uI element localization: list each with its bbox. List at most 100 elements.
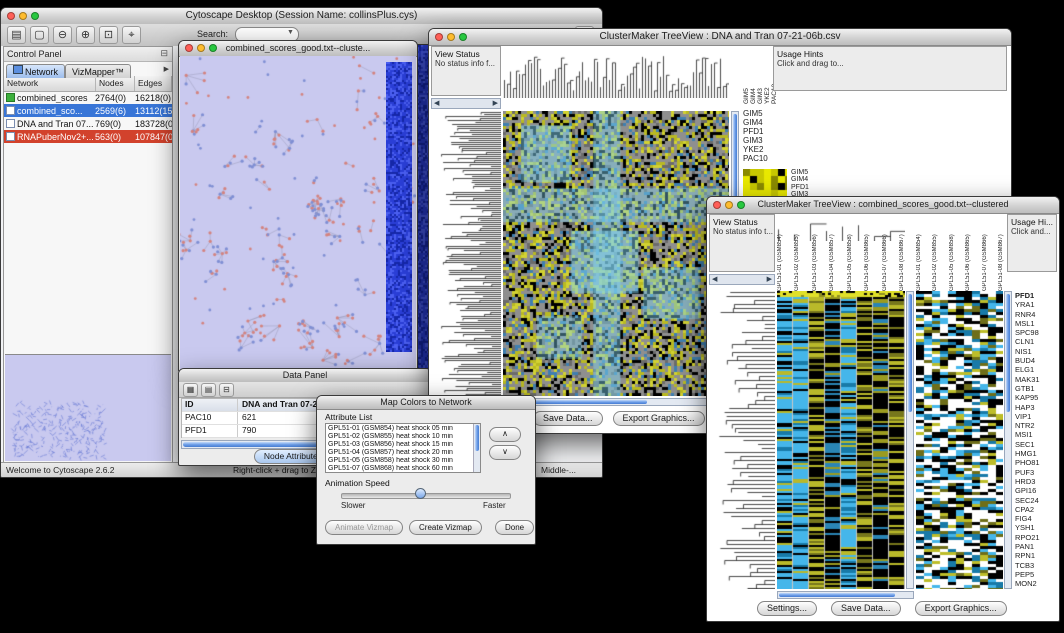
gene-label[interactable]: PAC10 — [743, 154, 787, 163]
treeview-button[interactable]: Save Data... — [831, 601, 901, 616]
gene-row-label[interactable]: PEP5 — [1015, 570, 1057, 579]
column-label[interactable]: GPL51-05 (GSM858) — [949, 221, 955, 291]
matrix-gene-label[interactable]: PFD1 — [791, 184, 831, 191]
create-attribute-icon[interactable]: ▤ — [201, 383, 216, 397]
gene-row-label[interactable]: CPA2 — [1015, 505, 1057, 514]
column-label[interactable]: GPL51-08 (GSM867) — [998, 221, 1004, 291]
column-label[interactable]: GPL51-02 (GSM855) — [932, 221, 938, 291]
zoom-selected-icon[interactable]: ⌖ — [122, 26, 141, 44]
gene-label[interactable]: GIM4 — [743, 118, 787, 127]
zoom-out-icon[interactable]: ⊖ — [53, 26, 72, 44]
gene-row-label[interactable]: TCB3 — [1015, 561, 1057, 570]
gene-row-label[interactable]: MON2 — [1015, 579, 1057, 588]
scroll-right-icon[interactable]: ▶ — [765, 275, 774, 284]
attribute-item[interactable]: GPL51-01 (GSM854) heat shock 05 min — [328, 425, 478, 433]
gene-row-label[interactable]: MSL1 — [1015, 319, 1057, 328]
treeview-button[interactable]: Settings... — [757, 601, 817, 616]
secondary-heatmap-canvas[interactable] — [916, 291, 1003, 589]
array-label[interactable]: YKE2 — [764, 46, 771, 104]
array-label[interactable]: GIM4 — [750, 46, 757, 104]
network-graph-canvas[interactable] — [180, 56, 416, 370]
column-label[interactable]: GPL51-06 (GSM865) — [864, 241, 870, 291]
column-label[interactable]: GPL51-08 (GSM867) — [899, 241, 905, 291]
scroll-left-icon[interactable]: ◀ — [432, 99, 441, 108]
heatmap-vscrollbar[interactable] — [906, 291, 914, 589]
tab-network[interactable]: Network — [6, 64, 65, 78]
dense-cluster-canvas[interactable] — [386, 62, 412, 352]
network-row[interactable]: DNA and Tran 07... 769(0) 183728(0) — [4, 117, 172, 130]
column-label[interactable]: GPL51-06 (GSM865) — [965, 221, 971, 291]
search-dropdown-arrow-icon[interactable]: ▼ — [287, 29, 294, 36]
column-label[interactable]: GPL51-07 (GSM866) — [982, 221, 988, 291]
collapse-panel-icon[interactable]: ⊟ — [160, 48, 168, 59]
column-header[interactable]: Edges — [135, 76, 172, 91]
array-label[interactable]: GIM5 — [743, 46, 750, 104]
move-up-button[interactable]: ∧ — [489, 427, 521, 442]
gene-row-label[interactable]: NTR2 — [1015, 421, 1057, 430]
network-view-titlebar[interactable]: combined_scores_good.txt--cluste... — [179, 41, 417, 57]
gene-label[interactable]: PFD1 — [743, 127, 787, 136]
gene-row-label[interactable]: PUF3 — [1015, 468, 1057, 477]
gene-row-label[interactable]: KAP95 — [1015, 393, 1057, 402]
attribute-listbox[interactable]: GPL51-01 (GSM854) heat shock 05 minGPL51… — [325, 423, 481, 473]
gene-row-label[interactable]: VIP1 — [1015, 412, 1057, 421]
gene-row-label[interactable]: RPO21 — [1015, 533, 1057, 542]
move-down-button[interactable]: ∨ — [489, 445, 521, 460]
tab-vizmapper[interactable]: VizMapper™ — [65, 64, 131, 78]
zoom-fit-icon[interactable]: ⊡ — [99, 26, 118, 44]
attribute-item[interactable]: GPL51-04 (GSM857) heat shock 20 min — [328, 449, 478, 457]
done-button[interactable]: Done — [495, 520, 534, 535]
gene-row-label[interactable]: PAN1 — [1015, 542, 1057, 551]
attribute-item[interactable]: GPL51-07 (GSM868) heat shock 60 min — [328, 465, 478, 473]
gene-row-label[interactable]: YRA1 — [1015, 300, 1057, 309]
gene-row-label[interactable]: NIS1 — [1015, 347, 1057, 356]
column-label[interactable]: GPL51-01 (GSM854) — [916, 221, 922, 291]
treeview-button[interactable]: Export Graphics... — [613, 411, 705, 426]
column-label[interactable]: GPL51-07 (GSM866) — [882, 241, 888, 291]
gene-row-label[interactable]: HRD3 — [1015, 477, 1057, 486]
zoom-in-icon[interactable]: ⊕ — [76, 26, 95, 44]
network-row[interactable]: combined_scores 2764(0) 16218(0) — [4, 91, 172, 104]
gene-row-label[interactable]: RNR4 — [1015, 310, 1057, 319]
tree-nav-scroller[interactable]: ◀ ▶ — [431, 98, 501, 109]
scroll-left-icon[interactable]: ◀ — [710, 275, 719, 284]
attribute-item[interactable]: GPL51-05 (GSM858) heat shock 30 min — [328, 457, 478, 465]
dialog-titlebar[interactable]: Map Colors to Network — [317, 396, 535, 410]
attribute-item[interactable]: GPL51-03 (GSM856) heat shock 15 min — [328, 441, 478, 449]
attribute-item[interactable]: GPL51-02 (GSM855) heat shock 10 min — [328, 433, 478, 441]
gene-row-label[interactable]: PHO81 — [1015, 458, 1057, 467]
speed-slider-track[interactable] — [341, 493, 511, 499]
treeview-dna-titlebar[interactable]: ClusterMaker TreeView : DNA and Tran 07-… — [429, 29, 1011, 46]
secondary-vscrollbar[interactable] — [1004, 291, 1012, 589]
heatmap-canvas[interactable] — [777, 291, 905, 589]
heatmap-canvas[interactable] — [503, 111, 729, 396]
network-canvas-area[interactable] — [180, 56, 416, 370]
column-label[interactable]: GPL51-03 (GSM856) — [812, 241, 818, 291]
scroll-thumb[interactable] — [1006, 294, 1010, 412]
speed-slider-thumb[interactable] — [415, 488, 426, 499]
list-vscrollbar[interactable] — [473, 424, 480, 472]
gene-label[interactable]: YKE2 — [743, 145, 787, 154]
tab-overflow-icon[interactable]: ▶ — [164, 65, 169, 73]
gene-row-label[interactable]: SPC98 — [1015, 328, 1057, 337]
column-label[interactable]: GPL51-05 (GSM858) — [847, 241, 853, 291]
birdseye-view[interactable] — [5, 354, 171, 461]
matrix-gene-label[interactable]: GIM5 — [791, 169, 831, 176]
gene-row-label[interactable]: ELG1 — [1015, 365, 1057, 374]
main-titlebar[interactable]: Cytoscape Desktop (Session Name: collins… — [1, 8, 602, 25]
gene-label[interactable]: GIM3 — [743, 136, 787, 145]
delete-attribute-icon[interactable]: ⊟ — [219, 383, 234, 397]
gene-row-label[interactable]: BUD4 — [1015, 356, 1057, 365]
array-label[interactable]: GIM3 — [757, 46, 764, 104]
treeview-button[interactable]: Export Graphics... — [915, 601, 1007, 616]
scroll-right-icon[interactable]: ▶ — [491, 99, 500, 108]
gene-row-label[interactable]: YSH1 — [1015, 523, 1057, 532]
heatmap-hscrollbar[interactable] — [777, 591, 914, 599]
animate-vizmap-button[interactable]: Animate Vizmap — [325, 520, 403, 535]
select-attributes-icon[interactable]: ▦ — [183, 383, 198, 397]
gene-row-label[interactable]: RPN1 — [1015, 551, 1057, 560]
gene-row-label[interactable]: MAK31 — [1015, 375, 1057, 384]
data-panel-titlebar[interactable]: Data Panel — [179, 369, 431, 383]
gene-row-label[interactable]: FIG4 — [1015, 514, 1057, 523]
network-row[interactable]: combined_sco... 2569(6) 13112(15) — [4, 104, 172, 117]
